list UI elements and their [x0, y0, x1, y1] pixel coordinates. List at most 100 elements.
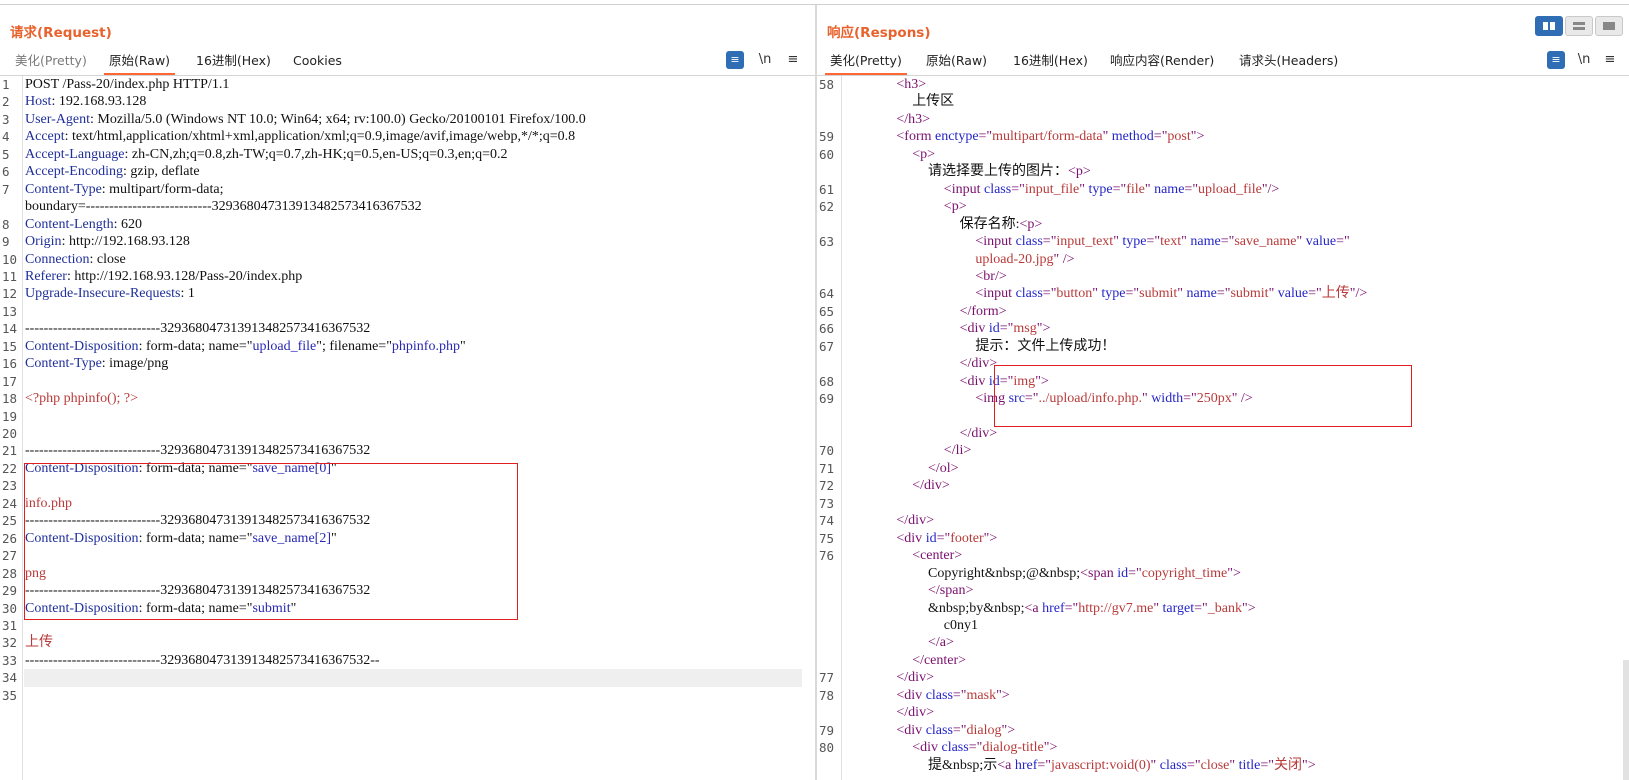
- code-line: Upgrade-Insecure-Requests: 1: [25, 285, 195, 303]
- response-tab-raw[interactable]: 原始(Raw): [921, 47, 992, 75]
- code-token: ">: [1227, 565, 1241, 581]
- code-token: <p>: [912, 146, 935, 162]
- code-token: phpinfo.php: [391, 338, 460, 354]
- code-line: 提示：文件上传成功！: [975, 338, 1115, 356]
- code-token: =": [1186, 757, 1201, 773]
- code-line: Connection: close: [25, 251, 126, 269]
- word-wrap-icon[interactable]: ≡: [726, 51, 744, 69]
- code-token: ">: [1302, 757, 1316, 773]
- response-editor[interactable]: 58 <h3> 上传区 </h3> 59 <form enctype="multipart…: [817, 76, 1629, 780]
- code-line: <form enctype="multipart/form-data" meth…: [896, 128, 1204, 146]
- code-token: "; filename=": [316, 338, 392, 354]
- code-token: http://gv7.me: [1078, 600, 1154, 616]
- response-tab-render[interactable]: 响应内容(Render): [1105, 47, 1219, 75]
- code-token: <input: [975, 286, 1016, 302]
- code-token: save_name[0]: [252, 460, 331, 476]
- code-line: <div id="img">: [960, 373, 1049, 391]
- code-line: </h3>: [896, 111, 930, 129]
- code-token: =": [978, 129, 993, 145]
- code-token: title: [1238, 757, 1261, 773]
- code-token: Content-Disposition: [25, 338, 139, 354]
- code-token: : form-data; name=": [138, 338, 253, 354]
- code-token: ": [1102, 129, 1112, 145]
- code-token: =": [1037, 757, 1052, 773]
- line-number: 29: [2, 583, 18, 599]
- code-token: Accept-Language: [25, 146, 125, 162]
- code-token: 上传: [1321, 286, 1350, 302]
- code-token: =": [1194, 600, 1208, 616]
- code-token: mask: [966, 687, 997, 703]
- code-token: 提示：文件上传成功！: [975, 338, 1116, 354]
- code-token: </li>: [943, 443, 972, 459]
- response-pane: 响应(Respons) 美化(Pretty) 原始(Raw) 16进制(Hex)…: [817, 5, 1629, 780]
- code-token: =": [1011, 181, 1025, 197]
- line-number: 27: [2, 548, 18, 564]
- code-line: -----------------------------32936804731…: [25, 442, 370, 460]
- code-token: <div: [912, 740, 942, 756]
- line-number: 6: [2, 164, 10, 180]
- code-token: <div: [896, 530, 926, 546]
- code-token: Content-Type: [25, 181, 102, 197]
- response-menu-icon[interactable]: ≡: [1601, 50, 1619, 70]
- code-token: dialog-title: [982, 740, 1044, 756]
- line-number: 1: [2, 77, 10, 92]
- code-line: <img src="../upload/info.php." width="25…: [975, 390, 1252, 408]
- line-number: 19: [2, 408, 18, 424]
- layout-single-icon[interactable]: [1595, 16, 1623, 36]
- word-wrap-icon[interactable]: ≡: [1547, 51, 1565, 69]
- line-number: 18: [2, 391, 18, 407]
- code-token: ": [331, 460, 337, 476]
- code-token: </form>: [959, 303, 1007, 319]
- response-scrollbar[interactable]: [1623, 660, 1629, 780]
- line-number: 15: [2, 338, 18, 354]
- code-token: target: [1162, 600, 1195, 616]
- code-token: ": [1153, 600, 1163, 616]
- line-number: 11: [2, 268, 18, 284]
- line-number: 63: [819, 234, 835, 250]
- code-token: : image/png: [101, 356, 169, 372]
- line-number: 72: [819, 478, 835, 494]
- request-tab-pretty[interactable]: 美化(Pretty): [10, 47, 92, 75]
- code-token: =": [1183, 391, 1197, 407]
- line-number: 17: [2, 373, 18, 389]
- code-line: </span>: [928, 582, 973, 600]
- layout-side-by-side-icon[interactable]: [1535, 16, 1563, 36]
- newline-toggle[interactable]: \n: [756, 50, 774, 70]
- code-token: ": [1296, 234, 1306, 250]
- code-token: : gzip, deflate: [122, 164, 200, 180]
- code-token: <span: [1080, 565, 1118, 581]
- code-line: POST /Pass-20/index.php HTTP/1.1: [25, 76, 229, 94]
- code-line: -----------------------------32936804731…: [25, 512, 370, 530]
- code-token: =": [1336, 234, 1350, 250]
- code-token: -----------------------------32936804731…: [25, 513, 371, 529]
- code-token: -----------------------------32936804731…: [25, 321, 371, 337]
- line-number: 23: [2, 478, 18, 494]
- response-tab-hex[interactable]: 16进制(Hex): [1008, 47, 1093, 75]
- code-token: enctype: [935, 129, 979, 145]
- code-token: </div>: [959, 356, 998, 372]
- code-token: =": [1184, 181, 1199, 197]
- code-token: copyright_time: [1141, 565, 1228, 581]
- code-token: value: [1305, 234, 1337, 250]
- request-editor[interactable]: 1 POST /Pass-20/index.php HTTP/1.1 2 Host: …: [0, 76, 815, 780]
- request-tabs: 美化(Pretty) 原始(Raw) 16进制(Hex) Cookies: [0, 47, 815, 76]
- request-tab-raw[interactable]: 原始(Raw): [104, 47, 176, 75]
- code-token: type: [1088, 181, 1113, 197]
- code-line: upload-20.jpg" />: [975, 251, 1074, 269]
- response-tab-pretty[interactable]: 美化(Pretty): [825, 47, 907, 75]
- code-token: Copyright&nbsp;@&nbsp;: [928, 565, 1081, 581]
- layout-stacked-icon[interactable]: [1565, 16, 1593, 36]
- request-tab-cookies[interactable]: Cookies: [288, 47, 347, 75]
- request-menu-icon[interactable]: ≡: [784, 50, 802, 70]
- newline-toggle[interactable]: \n: [1575, 50, 1593, 70]
- request-tab-hex[interactable]: 16进制(Hex): [191, 47, 276, 75]
- response-tab-headers[interactable]: 请求头(Headers): [1234, 47, 1343, 75]
- code-line: <input class="input_file" type="file" na…: [944, 181, 1280, 199]
- line-number: 33: [2, 652, 18, 668]
- code-line: Host: 192.168.93.128: [25, 93, 146, 111]
- code-token: <br/>: [975, 268, 1007, 284]
- request-pane: 请求(Request) 美化(Pretty) 原始(Raw) 16进制(Hex)…: [0, 5, 815, 780]
- code-token: ": [331, 530, 337, 546]
- line-number: 4: [2, 129, 10, 145]
- code-token: button: [1056, 286, 1093, 302]
